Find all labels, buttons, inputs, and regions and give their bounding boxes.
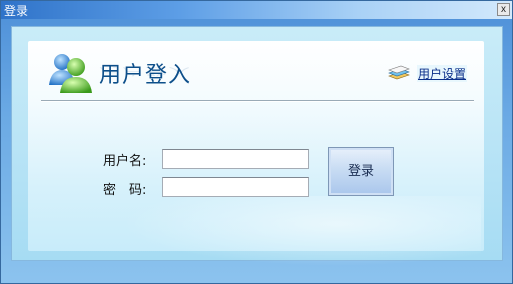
users-icon [49,54,92,93]
close-button[interactable]: x [497,3,510,16]
login-button[interactable]: 登录 [328,147,394,196]
login-window: 登录 x 用户登入 用户登入 用户设置 用户名: 密 码: 登录 [0,0,513,284]
header-divider-highlight [41,101,474,102]
username-field[interactable] [162,149,309,169]
login-card [28,41,484,251]
password-label: 密 码: [103,183,147,198]
title-bar[interactable]: 登录 x [1,1,512,19]
user-settings-link[interactable]: 用户设置 [417,65,468,82]
window-title: 登录 [4,4,29,18]
username-label: 用户名: [103,154,147,169]
password-field[interactable] [162,177,309,197]
page-title-reflection: 用户登入 [99,65,192,77]
books-icon[interactable] [387,64,411,82]
